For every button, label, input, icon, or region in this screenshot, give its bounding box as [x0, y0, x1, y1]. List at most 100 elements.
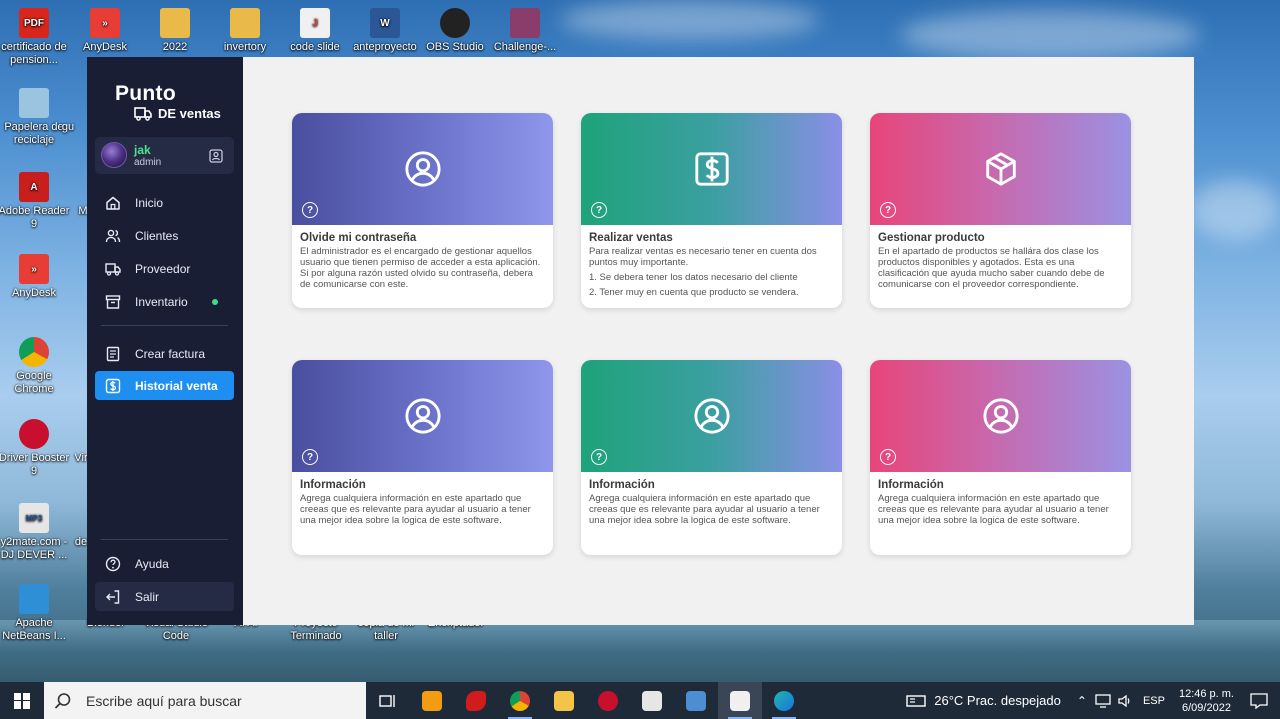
card-text: Agrega cualquiera información en este ap… [878, 493, 1109, 526]
question-icon[interactable]: ? [302, 449, 318, 465]
desktop-icon-adobe[interactable]: A Adobe Reader 9 [0, 172, 70, 231]
taskbar-app-explorer[interactable] [542, 682, 586, 719]
nav-label: Historial venta [135, 378, 218, 393]
dollar-box-icon [694, 152, 729, 186]
taskbar-app-driver-booster[interactable] [586, 682, 630, 719]
notification-icon[interactable] [1250, 692, 1268, 709]
language-indicator[interactable]: ESP [1143, 695, 1165, 707]
info-card[interactable]: ? Olvide mi contraseña El administrador … [292, 113, 553, 308]
desktop-icon-2022[interactable]: 2022 [139, 8, 211, 54]
edge-icon [774, 690, 794, 711]
desktop-icon-certificado[interactable]: PDF certificado de pension... [0, 8, 70, 67]
card-header: ? [581, 360, 842, 472]
clock-date: 6/09/2022 [1182, 701, 1231, 714]
driver-booster-icon [19, 419, 49, 449]
nav-label: Inicio [135, 195, 164, 210]
desktop-icon-obs[interactable]: OBS Studio [419, 8, 491, 54]
weather-text[interactable]: 26°C Prac. despejado [934, 693, 1061, 708]
taskbar: Escribe aquí para buscar 26°C Prac. desp… [0, 682, 1280, 719]
question-icon[interactable]: ? [302, 202, 318, 218]
chevron-up-icon[interactable]: ⌃ [1077, 694, 1087, 708]
desktop-icon-chrome[interactable]: Google Chrome [0, 337, 70, 396]
desktop-icon-label: code slide [290, 41, 340, 53]
taskbar-app-virtualbox[interactable] [674, 682, 718, 719]
search-placeholder: Escribe aquí para buscar [86, 692, 242, 709]
desktop-icon-anteproyecto[interactable]: W anteproyecto [349, 8, 421, 54]
desktop-icon-label: anteproyecto [353, 41, 417, 53]
clock[interactable]: 12:46 p. m. 6/09/2022 [1179, 687, 1234, 715]
nav-item-proveedor[interactable]: Proveedor [95, 254, 234, 283]
desktop-icon-challenge[interactable]: Challenge-... [489, 8, 561, 54]
nav-label: Salir [135, 589, 160, 604]
nav-item-inventario[interactable]: Inventario [95, 287, 234, 316]
card-text: Para realizar ventas es necesario tener … [589, 246, 817, 268]
windows-logo-icon [14, 692, 30, 709]
taskbar-app-media[interactable] [410, 682, 454, 719]
info-card[interactable]: ? Realizar ventas Para realizar ventas e… [581, 113, 842, 308]
chat-app-icon [642, 690, 662, 711]
desktop-icon-y2mate[interactable]: MP3 y2mate.com - DJ DEVER ... [0, 503, 70, 562]
desktop-icon-papelera[interactable]: Papelera de reciclaje [0, 88, 70, 147]
task-view-button[interactable] [366, 682, 410, 719]
desktop-icon-anydesk-2[interactable]: » AnyDesk [0, 254, 70, 300]
user-name: jak [134, 143, 151, 157]
folder-icon [554, 690, 574, 711]
taskbar-app-java[interactable] [718, 682, 762, 719]
rog-icon [466, 690, 486, 711]
desktop-icon-netbeans[interactable]: Apache NetBeans I... [0, 584, 70, 643]
user-circle-icon [982, 398, 1019, 434]
taskbar-app-chrome[interactable] [498, 682, 542, 719]
help-icon [105, 556, 121, 571]
netbeans-icon [19, 584, 49, 614]
user-circle-icon [404, 151, 441, 187]
user-role: admin [134, 157, 162, 168]
question-icon[interactable]: ? [591, 202, 607, 218]
info-card[interactable]: ? Información Agrega cualquiera informac… [581, 360, 842, 555]
network-icon[interactable] [1095, 693, 1111, 708]
nav-item-ayuda[interactable]: Ayuda [95, 549, 234, 578]
avatar [101, 142, 127, 168]
sidebar-divider [101, 325, 228, 326]
anydesk-icon: » [19, 254, 49, 284]
question-icon[interactable]: ? [591, 449, 607, 465]
info-card[interactable]: ? Gestionar producto En el apartado de p… [870, 113, 1131, 308]
card-title: Olvide mi contraseña [300, 232, 417, 244]
user-settings-icon[interactable] [209, 149, 223, 163]
desktop-icon-invertory[interactable]: invertory [209, 8, 281, 54]
info-card[interactable]: ? Información Agrega cualquiera informac… [870, 360, 1131, 555]
clock-time: 12:46 p. m. [1178, 687, 1234, 700]
desktop-icon-gu[interactable]: gu [48, 121, 88, 134]
card-list-item: 2. Tener muy en cuenta que producto se v… [589, 287, 799, 298]
folder-icon [160, 8, 190, 38]
taskbar-app-rog[interactable] [454, 682, 498, 719]
truck-icon [134, 106, 152, 121]
nav-item-crear-factura[interactable]: Crear factura [95, 339, 234, 368]
question-icon[interactable]: ? [880, 449, 896, 465]
nav-item-salir[interactable]: Salir [95, 582, 234, 611]
desktop-icon-label: gu [61, 121, 75, 133]
task-view-icon [379, 694, 395, 707]
question-icon[interactable]: ? [880, 202, 896, 218]
desktop-icon-anydesk[interactable]: » AnyDesk [69, 8, 141, 54]
desktop-icon-label: Driver Booster 9 [0, 452, 70, 477]
card-header: ? [870, 360, 1131, 472]
nav-label: Crear factura [135, 346, 206, 361]
desktop-icon-label: Challenge-... [493, 41, 557, 53]
taskbar-search[interactable]: Escribe aquí para buscar [44, 682, 366, 719]
app-window: Punto DE ventas jak admin Inicio Cliente… [87, 57, 1194, 625]
desktop-icon-code-slide[interactable]: J code slide [279, 8, 351, 54]
main-content: ? Olvide mi contraseña El administrador … [243, 57, 1194, 625]
start-button[interactable] [0, 682, 44, 719]
taskbar-app-twitch[interactable] [630, 682, 674, 719]
volume-icon[interactable] [1117, 694, 1133, 708]
weather-icon[interactable] [906, 694, 926, 708]
card-list-item: 1. Se debera tener los datos necesario d… [589, 272, 798, 283]
taskbar-app-edge[interactable] [762, 682, 806, 719]
nav-item-historial-venta[interactable]: Historial venta [95, 371, 234, 400]
user-card[interactable]: jak admin [95, 137, 234, 174]
desktop-icon-label: Google Chrome [14, 370, 54, 395]
nav-item-inicio[interactable]: Inicio [95, 188, 234, 217]
desktop-icon-driver-booster[interactable]: Driver Booster 9 [0, 419, 70, 478]
nav-item-clientes[interactable]: Clientes [95, 221, 234, 250]
info-card[interactable]: ? Información Agrega cualquiera informac… [292, 360, 553, 555]
